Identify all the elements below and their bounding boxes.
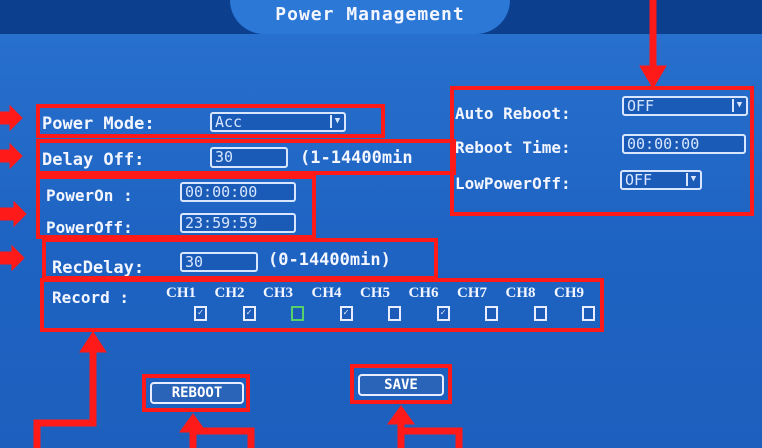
annotation-arrows <box>0 0 667 448</box>
red-arrow <box>0 200 27 228</box>
red-arrow <box>0 142 23 170</box>
red-arrow <box>0 104 23 132</box>
red-arrow <box>639 65 667 89</box>
red-arrow <box>0 244 25 272</box>
red-arrow <box>179 413 207 433</box>
red-arrow <box>89 345 97 423</box>
red-arrow <box>387 405 415 425</box>
red-arrow <box>649 0 657 71</box>
red-arrow <box>79 331 107 353</box>
